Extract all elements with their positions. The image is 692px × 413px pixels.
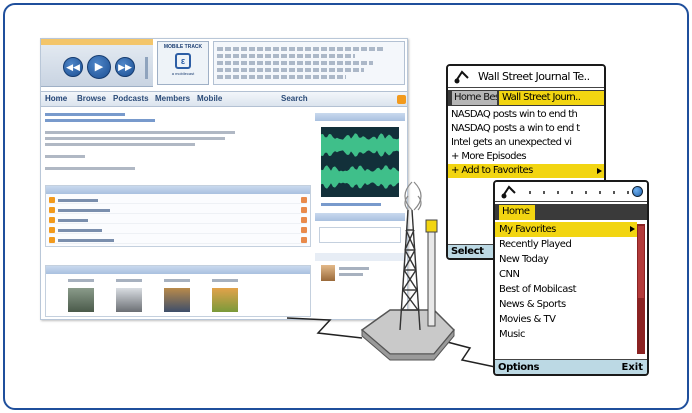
tab-wall-street-journal[interactable]: Wall Street Journ..	[499, 91, 604, 105]
phone2-item[interactable]: CNN	[495, 267, 637, 282]
phone1-item[interactable]: NASDAQ posts win to end th	[448, 108, 604, 122]
phone2-softkey-bar: Options Exit	[495, 359, 647, 374]
phone1-item[interactable]: NASDAQ posts a win to end t	[448, 122, 604, 136]
globe-icon	[632, 186, 643, 197]
home-menu-list: My Favorites Recently Played New Today CNN B…	[495, 222, 637, 342]
phone1-item[interactable]: + More Episodes	[448, 150, 604, 164]
phone2-item[interactable]: New Today	[495, 252, 637, 267]
episode-list: NASDAQ posts win to end th NASDAQ posts a…	[448, 108, 604, 178]
tab-home[interactable]: Home Best	[452, 91, 497, 105]
select-softkey[interactable]: Select	[451, 245, 484, 258]
phone2-item[interactable]: News & Sports	[495, 297, 637, 312]
phone1-title: Wall Street Journal Te..	[478, 70, 590, 83]
headset-icon	[454, 70, 469, 84]
phone2-tab-bar: Home	[495, 204, 647, 220]
scrollbar-thumb[interactable]	[638, 226, 644, 298]
phone1-title-bar: Wall Street Journal Te..	[448, 66, 604, 88]
phone2-item[interactable]: Music	[495, 327, 637, 342]
phone-screen-home-menu: Home My Favorites Recently Played New Toda…	[493, 180, 649, 376]
phone1-item[interactable]: + Add to Favorites	[448, 164, 604, 178]
phone2-item[interactable]: Movies & TV	[495, 312, 637, 327]
phone2-title-bar	[495, 182, 647, 202]
title-dots	[529, 191, 639, 194]
phone2-item[interactable]: Best of Mobilcast	[495, 282, 637, 297]
exit-softkey[interactable]: Exit	[622, 360, 644, 374]
headset-icon	[501, 185, 516, 199]
phone2-item[interactable]: Recently Played	[495, 237, 637, 252]
phone1-item[interactable]: Intel gets an unexpected vi	[448, 136, 604, 150]
phone1-tab-bar: Home Best Wall Street Journ..	[448, 90, 604, 106]
phone2-item[interactable]: My Favorites	[495, 222, 637, 237]
tab-home[interactable]: Home	[499, 205, 535, 220]
scrollbar[interactable]	[637, 224, 645, 354]
options-softkey[interactable]: Options	[498, 360, 539, 374]
